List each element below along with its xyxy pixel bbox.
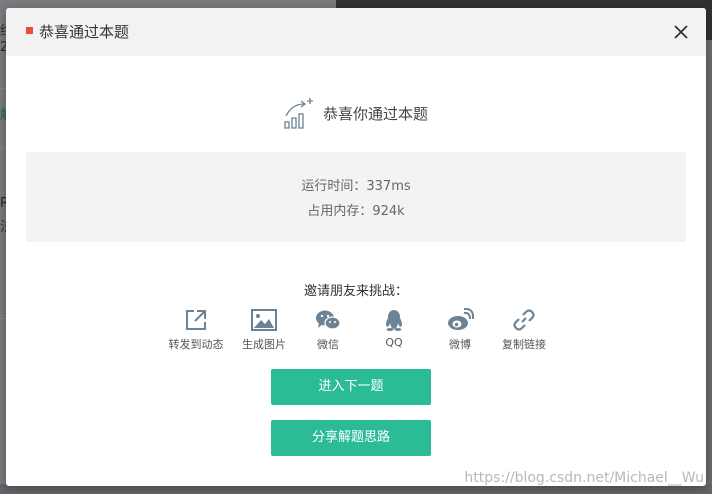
success-dialog: 恭喜通过本题 恭喜你通过本题 运行时间：337ms 占用内存：924k 邀请朋友… [6,8,706,486]
share-weibo-button[interactable]: 微博 [438,308,482,352]
result-stats: 运行时间：337ms 占用内存：924k [26,152,686,242]
link-icon [513,309,535,331]
close-icon [674,25,688,39]
image-icon [251,309,277,331]
share-to-feed-button[interactable]: 转发到动态 [166,308,226,352]
share-label: 微信 [317,338,339,351]
share-wechat-button[interactable]: 微信 [306,308,350,352]
success-chart-icon [284,98,313,129]
share-label: QQ [385,336,403,349]
watermark: https://blog.csdn.net/Michael__Wu [464,470,704,486]
memory-stat: 占用内存：924k [307,204,405,219]
share-options: 转发到动态 生成图片 微信 QQ 微博 复制链接 [166,308,566,358]
close-button[interactable] [672,23,690,41]
share-label: 微博 [449,338,471,351]
success-message: 恭喜你通过本题 [6,96,706,136]
qq-icon [386,310,402,331]
generate-image-button[interactable]: 生成图片 [234,308,294,352]
runtime-stat: 运行时间：337ms [301,179,411,194]
copy-link-button[interactable]: 复制链接 [496,308,552,352]
share-solution-button[interactable]: 分享解题思路 [271,420,431,456]
success-text: 恭喜你通过本题 [323,104,429,123]
title-marker [26,27,33,34]
share-label: 生成图片 [242,338,286,351]
share-label: 转发到动态 [168,338,224,351]
dialog-title: 恭喜通过本题 [39,23,130,41]
share-qq-button[interactable]: QQ [372,308,416,349]
dialog-header: 恭喜通过本题 [6,8,706,56]
share-out-icon [186,310,206,330]
weibo-icon [448,308,474,330]
invite-label: 邀请朋友来挑战： [303,284,408,299]
next-problem-button[interactable]: 进入下一题 [271,369,431,405]
share-label: 复制链接 [502,338,546,351]
wechat-icon [316,310,341,330]
